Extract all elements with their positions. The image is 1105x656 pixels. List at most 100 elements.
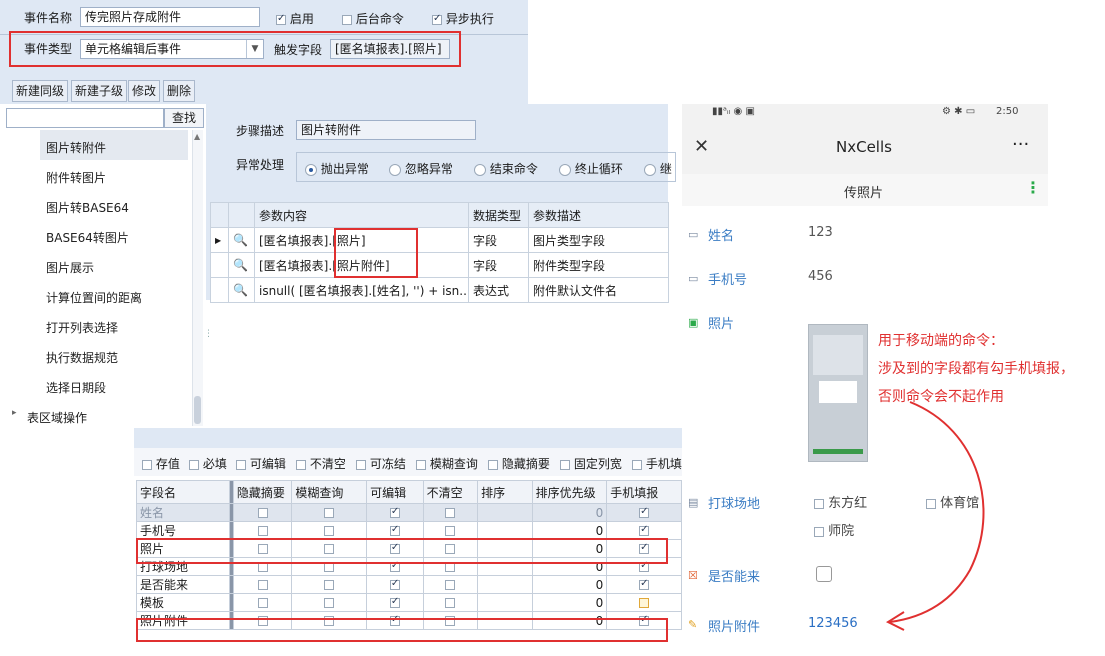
- table-row[interactable]: 手机号 0: [136, 521, 682, 540]
- splitter-handle[interactable]: ⋮: [204, 330, 213, 339]
- close-icon[interactable]: ✕: [694, 136, 709, 157]
- option-editable[interactable]: 可编辑: [236, 455, 286, 472]
- table-row[interactable]: 是否能来 0: [136, 575, 682, 594]
- no-clear-checkbox[interactable]: [422, 593, 479, 612]
- field-panel-header: [134, 428, 682, 448]
- search-icon[interactable]: 🔍: [228, 277, 255, 303]
- table-row[interactable]: ▶ 🔍 [匿名填报表].[照片] 字段 图片类型字段: [210, 227, 669, 253]
- tree-item[interactable]: 图片转附件: [46, 139, 106, 156]
- tree-item[interactable]: BASE64转图片: [46, 229, 129, 246]
- tree-item[interactable]: 附件转图片: [46, 169, 106, 186]
- field-name[interactable]: 手机号: [136, 521, 230, 540]
- tree-item[interactable]: 图片展示: [46, 259, 94, 276]
- editable-checkbox[interactable]: [366, 575, 424, 594]
- radio-ignore[interactable]: 忽略异常: [389, 160, 453, 177]
- chevron-up-icon[interactable]: ▲: [194, 132, 200, 141]
- new-sibling-button[interactable]: 新建同级: [12, 80, 69, 102]
- new-child-button[interactable]: 新建子级: [71, 80, 128, 102]
- fuzzy-search-checkbox[interactable]: [291, 575, 368, 594]
- more-icon[interactable]: ···: [1012, 134, 1029, 155]
- thumbnail-bar: [813, 449, 863, 454]
- enable-checkbox[interactable]: 启用: [276, 10, 314, 27]
- no-clear-checkbox[interactable]: [422, 575, 479, 594]
- hide-summary-checkbox[interactable]: [232, 593, 293, 612]
- radio-label: 终止循环: [574, 162, 623, 176]
- field-value[interactable]: 456: [808, 269, 833, 284]
- table-row[interactable]: 姓名 0: [136, 503, 682, 522]
- step-desc-input[interactable]: 图片转附件: [296, 120, 476, 140]
- editable-checkbox[interactable]: [366, 593, 424, 612]
- radio-break[interactable]: 终止循环: [559, 160, 623, 177]
- radio-throw[interactable]: 抛出异常: [305, 160, 369, 177]
- radio-end[interactable]: 结束命令: [474, 160, 538, 177]
- field-value[interactable]: 123: [808, 225, 833, 240]
- venue-option[interactable]: 师院: [814, 520, 854, 539]
- mobile-fill-checkbox[interactable]: [606, 503, 682, 522]
- sort-cell[interactable]: [477, 503, 533, 522]
- sort-cell[interactable]: [477, 521, 533, 540]
- option-no-clear[interactable]: 不清空: [296, 455, 346, 472]
- sort-priority[interactable]: 0: [531, 503, 608, 522]
- table-row[interactable]: 🔍 [匿名填报表].[照片附件] 字段 附件类型字段: [210, 252, 669, 278]
- hide-summary-checkbox[interactable]: [232, 521, 293, 540]
- field-name[interactable]: 模板: [136, 593, 230, 612]
- mobile-fill-checkbox[interactable]: [606, 575, 682, 594]
- background-command-checkbox[interactable]: 后台命令: [342, 10, 404, 27]
- radio-continue[interactable]: 继: [644, 160, 672, 177]
- delete-button[interactable]: 删除: [163, 80, 196, 102]
- menu-icon[interactable]: ⋮: [1025, 178, 1041, 197]
- tree-item[interactable]: 计算位置间的距离: [46, 289, 142, 306]
- field-name[interactable]: 是否能来: [136, 575, 230, 594]
- editable-checkbox[interactable]: [366, 503, 424, 522]
- sort-priority[interactable]: 0: [531, 521, 608, 540]
- sort-cell[interactable]: [477, 593, 533, 612]
- option-mobile-fill[interactable]: 手机填: [632, 455, 682, 472]
- hide-summary-checkbox[interactable]: [232, 575, 293, 594]
- tree-item[interactable]: 执行数据规范: [46, 349, 118, 366]
- param-type: 表达式: [468, 277, 529, 303]
- param-content[interactable]: isnull( [匿名填报表].[姓名], '') + isn...: [254, 277, 469, 303]
- search-icon[interactable]: 🔍: [228, 252, 255, 278]
- tree-search-input[interactable]: [6, 108, 164, 128]
- async-checkbox[interactable]: 异步执行: [432, 10, 494, 27]
- photo-thumbnail[interactable]: [808, 324, 868, 462]
- table-row[interactable]: 🔍 isnull( [匿名填报表].[姓名], '') + isn... 表达式…: [210, 277, 669, 303]
- no-clear-checkbox[interactable]: [422, 503, 479, 522]
- fuzzy-search-checkbox[interactable]: [291, 521, 368, 540]
- search-button[interactable]: 查找: [164, 108, 204, 128]
- fuzzy-search-checkbox[interactable]: [291, 503, 368, 522]
- tree-group[interactable]: 表区域操作: [27, 409, 87, 426]
- field-name[interactable]: 姓名: [136, 503, 230, 522]
- option-label: 模糊查询: [429, 457, 478, 471]
- chevron-right-icon[interactable]: ▸: [12, 408, 17, 418]
- editable-checkbox[interactable]: [366, 521, 424, 540]
- option-fixed-width[interactable]: 固定列宽: [560, 455, 622, 472]
- sort-cell[interactable]: [477, 575, 533, 594]
- event-name-input[interactable]: 传完照片存成附件: [80, 7, 260, 27]
- field-label: 姓名: [708, 229, 735, 244]
- option-required[interactable]: 必填: [189, 455, 227, 472]
- option-freezable[interactable]: 可冻结: [356, 455, 406, 472]
- edit-button[interactable]: 修改: [128, 80, 161, 102]
- table-row[interactable]: 模板 0: [136, 593, 682, 612]
- tree-item[interactable]: 打开列表选择: [46, 319, 118, 336]
- option-hide-summary[interactable]: 隐藏摘要: [488, 455, 550, 472]
- option-fuzzy-search[interactable]: 模糊查询: [416, 455, 478, 472]
- fuzzy-search-checkbox[interactable]: [291, 593, 368, 612]
- hide-summary-checkbox[interactable]: [232, 503, 293, 522]
- sort-priority[interactable]: 0: [531, 575, 608, 594]
- mobile-fill-checkbox[interactable]: [606, 521, 682, 540]
- attend-checkbox[interactable]: [816, 566, 832, 582]
- scrollbar-thumb[interactable]: [194, 396, 201, 424]
- search-icon[interactable]: 🔍: [228, 227, 255, 253]
- tree-item[interactable]: 选择日期段: [46, 379, 106, 396]
- sort-priority[interactable]: 0: [531, 593, 608, 612]
- no-clear-checkbox[interactable]: [422, 521, 479, 540]
- option-label: 可编辑: [249, 457, 286, 471]
- tree-scrollbar[interactable]: ▲: [192, 130, 203, 426]
- mobile-fill-checkbox[interactable]: [606, 593, 682, 612]
- option-store-value[interactable]: 存值: [142, 455, 180, 472]
- tree-item[interactable]: 图片转BASE64: [46, 199, 129, 216]
- parameter-table: 参数内容 数据类型 参数描述 ▶ 🔍 [匿名填报表].[照片] 字段 图片类型字…: [210, 202, 669, 303]
- attachment-link[interactable]: 123456: [808, 616, 858, 631]
